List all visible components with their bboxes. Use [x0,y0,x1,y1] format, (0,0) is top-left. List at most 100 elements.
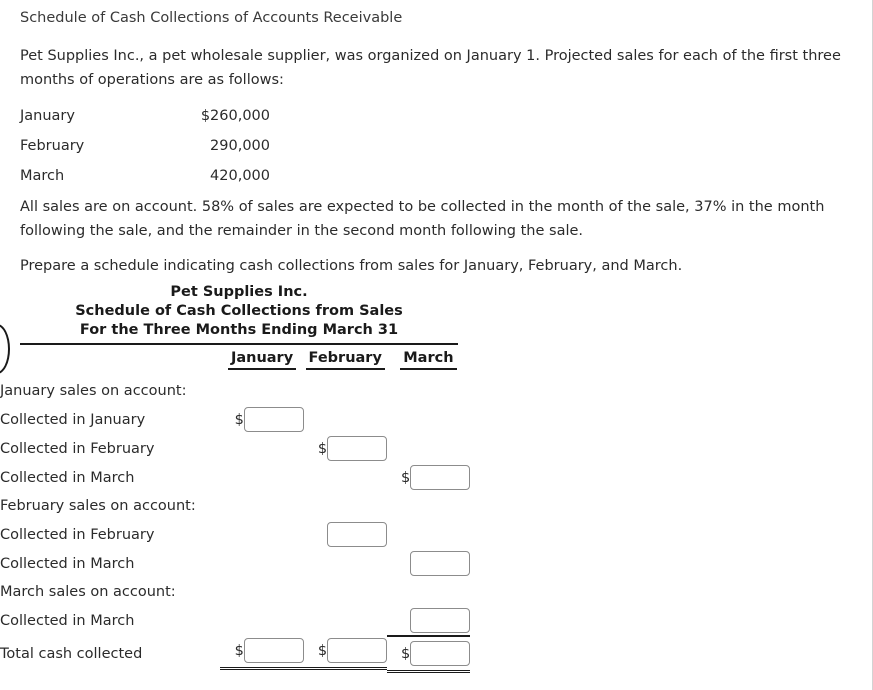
projected-sales-table: January $260,000 February 290,000 March … [20,101,270,191]
answer-input-february[interactable] [326,522,387,547]
empty-cell-march [387,405,470,434]
empty-cell-february [304,377,387,405]
schedule-section-row: January sales on account: [0,377,470,405]
empty-cell-march [387,520,470,549]
empty-cell-february [304,578,387,606]
dollar-sign: $ [317,642,328,659]
column-header-january-label: January [227,350,297,370]
money-cell-inner: $ [387,551,470,576]
collection-terms-paragraph: All sales are on account. 58% of sales a… [20,199,825,239]
money-cell-inner: $ [304,436,387,461]
page-title: Schedule of Cash Collections of Accounts… [20,10,403,26]
answer-input-march[interactable] [410,608,470,633]
column-header-january: January [220,345,303,377]
schedule-entry-row: Collected in March $ [0,549,470,578]
schedule-statement-name: Schedule of Cash Collections from Sales [75,303,403,319]
money-cell-inner: $ [220,407,304,432]
empty-cell-march [387,578,470,606]
empty-cell-january [220,463,303,492]
total-label: Total cash collected [0,646,143,662]
schedule-entry-row: Collected in January $ [0,405,470,434]
dollar-sign: $ [401,469,411,486]
money-cell-inner: $ [303,638,387,670]
money-cell-january: $ [220,635,304,673]
column-header-february-label: February [305,350,385,370]
money-cell-march: $ [386,635,470,673]
dollar-sign: $ [234,642,244,659]
schedule-table: January February March January sales on … [0,345,470,673]
empty-cell-january [220,520,303,549]
empty-cell-march [387,492,470,520]
money-cell-january: $ [220,405,304,434]
schedule-entry-row: Collected in February $ [0,520,470,549]
schedule-table-body: January sales on account: Collected in Ja… [0,377,470,673]
entry-label: Collected in March [0,469,135,486]
answer-input-january[interactable] [243,638,304,663]
answer-input-march[interactable] [410,465,470,490]
sales-month-amount: 420,000 [210,168,270,184]
intro-paragraph: Pet Supplies Inc., a pet wholesale suppl… [20,48,841,88]
projected-sales-body: January $260,000 February 290,000 March … [20,101,270,191]
answer-input-january[interactable] [243,407,304,432]
empty-cell-february [304,549,387,578]
sales-month-amount: 290,000 [210,138,270,154]
schedule-company-name: Pet Supplies Inc. [170,284,308,300]
answer-input-march[interactable] [410,551,470,576]
empty-cell-march [387,377,470,405]
money-cell-march: $ [387,606,470,635]
section-label: February sales on account: [0,498,196,514]
table-row: March 420,000 [20,161,270,191]
answer-input-february[interactable] [326,436,387,461]
money-cell-inner: $ [387,608,470,633]
money-cell-february: $ [304,434,387,463]
entry-label: Collected in February [0,526,155,543]
empty-cell-february [304,405,387,434]
column-header-march: March [387,345,470,377]
entry-label: Collected in January [0,411,146,428]
answer-input-february[interactable] [326,638,387,663]
sales-month-label: January [20,108,75,124]
sales-month-label: February [20,138,85,154]
empty-cell-february [304,463,387,492]
schedule-total-row: Total cash collected $ $ $ [0,635,470,673]
entry-label: Collected in March [0,612,135,629]
empty-cell-january [220,377,303,405]
section-label: January sales on account: [0,383,187,399]
schedule-entry-row: Collected in February $ [0,434,470,463]
entry-label: Collected in February [0,440,155,457]
money-cell-march: $ [387,463,470,492]
dollar-sign: $ [234,411,244,428]
money-cell-inner: $ [386,635,470,673]
column-header-march-label: March [400,350,457,370]
empty-cell-february [304,606,387,635]
table-row: February 290,000 [20,131,270,161]
schedule-entry-row: Collected in March $ [0,606,470,635]
money-cell-inner: $ [304,522,387,547]
money-cell-march: $ [387,549,470,578]
column-header-february: February [304,345,387,377]
schedule-section-row: March sales on account: [0,578,470,606]
empty-cell-february [304,492,387,520]
dollar-sign: $ [317,440,328,457]
money-cell-february: $ [304,520,387,549]
empty-cell-march [387,434,470,463]
money-cell-inner: $ [387,465,470,490]
empty-cell-january [220,606,303,635]
empty-cell-january [220,434,303,463]
entry-label: Collected in March [0,555,135,572]
instruction-paragraph: Prepare a schedule indicating cash colle… [20,258,683,274]
schedule-period: For the Three Months Ending March 31 [79,322,399,338]
sales-month-label: March [20,168,65,184]
money-cell-inner: $ [220,638,304,670]
money-cell-february: $ [303,635,387,673]
schedule-entry-row: Collected in March $ [0,463,470,492]
cash-collections-schedule: Pet Supplies Inc. Schedule of Cash Colle… [0,283,470,673]
sales-month-amount: $260,000 [200,108,270,124]
row-label-header-blank [0,345,220,377]
dollar-sign: $ [401,645,411,662]
table-row: January $260,000 [20,101,270,131]
empty-cell-january [220,549,303,578]
empty-cell-january [220,578,303,606]
schedule-section-row: February sales on account: [0,492,470,520]
answer-input-march[interactable] [410,641,470,666]
